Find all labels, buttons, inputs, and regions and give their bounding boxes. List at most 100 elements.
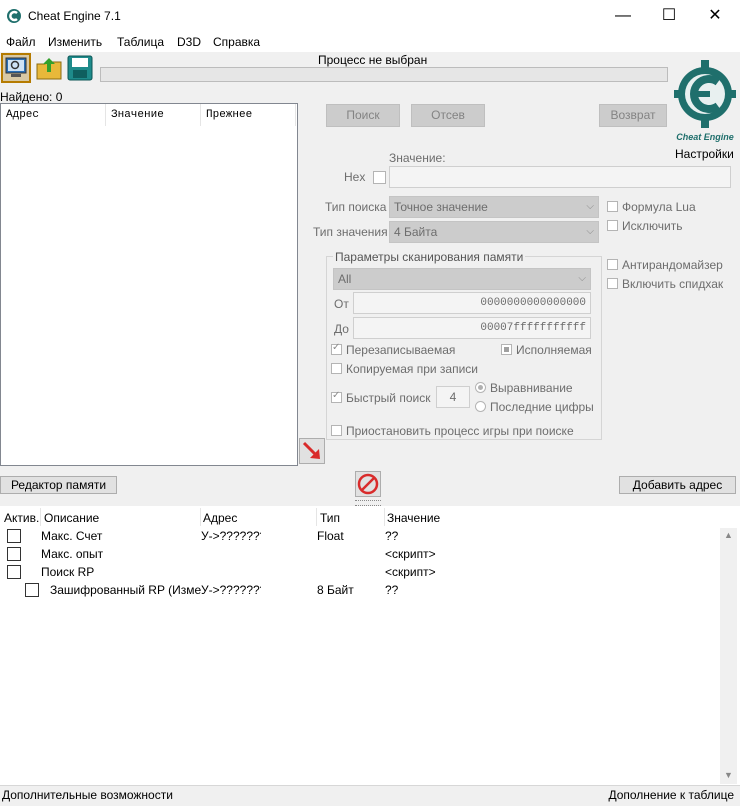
no-entry-icon [357,473,379,495]
lua-formula-label: Формула Lua [622,200,696,214]
logo-text: Cheat Engine [676,132,734,142]
row-active-checkbox[interactable] [7,547,21,561]
alignment-radio[interactable] [475,382,486,393]
from-address-input[interactable]: 0000000000000000 [353,292,591,314]
value-input[interactable] [389,166,731,188]
speedhack-label: Включить спидхак [622,277,724,291]
column-divider [316,508,317,526]
scan-progress-bar [100,67,668,82]
fast-scan-alignment-input[interactable]: 4 [436,386,470,408]
addr-col-type[interactable]: Тип [320,511,340,525]
row-address: У->???????? [201,529,261,543]
results-list[interactable]: Адрес Значение Прежнее [0,103,298,466]
addr-col-value[interactable]: Значение [387,511,440,525]
add-address-manually-button[interactable]: Добавить адрес [619,476,736,494]
value-type-label: Тип значения [313,225,388,239]
writable-label: Перезаписываемая [346,343,456,357]
settings-link[interactable]: Настройки [675,147,734,161]
status-bar: Дополнительные возможности Дополнение к … [0,785,740,806]
chevron-down-icon: ⌵ [578,273,586,284]
lua-formula-checkbox[interactable] [607,201,618,212]
row-active-checkbox[interactable] [7,529,21,543]
row-value: ?? [385,583,399,597]
chevron-down-icon: ⌵ [586,226,594,237]
next-scan-button[interactable]: Отсев [411,104,485,127]
table-extras-link[interactable]: Дополнение к таблице [608,788,734,802]
pause-game-checkbox[interactable] [331,425,342,436]
menu-edit[interactable]: Изменить [48,35,102,49]
value-type-value: 4 Байта [394,225,438,239]
value-type-select[interactable]: 4 Байта ⌵ [389,221,599,243]
executable-checkbox[interactable] [501,344,512,355]
menu-file[interactable]: Файл [6,35,36,49]
maximize-button[interactable]: ☐ [646,0,692,32]
results-col-address[interactable]: Адрес [1,104,106,126]
hex-checkbox[interactable] [373,171,386,184]
copy-on-write-checkbox[interactable] [331,363,342,374]
memory-editor-button[interactable]: Редактор памяти [0,476,117,494]
table-row[interactable]: Макс. опыт <скрипт> [0,546,718,564]
found-count: Найдено: 0 [0,90,63,104]
exclude-checkbox[interactable] [607,220,618,231]
menu-bar: Файл Изменить Таблица D3D Справка [0,32,740,52]
memory-region-value: All [338,272,352,286]
addr-col-description[interactable]: Описание [44,511,99,525]
undo-scan-button[interactable]: Возврат [599,104,667,127]
select-process-button[interactable] [1,53,31,83]
save-button[interactable] [66,54,96,84]
results-col-previous[interactable]: Прежнее [201,104,296,126]
addr-col-address[interactable]: Адрес [203,511,237,525]
address-table-scrollbar[interactable]: ▲ ▼ [720,528,737,784]
column-divider [40,508,41,526]
scroll-up-icon[interactable]: ▲ [724,530,733,540]
open-folder-icon [36,58,62,80]
menu-d3d[interactable]: D3D [177,35,201,49]
address-table[interactable]: Актив. Описание Адрес Тип Значение Макс.… [0,506,740,786]
computer-monitor-icon [5,57,27,77]
row-value: <скрипт> [385,547,436,561]
table-row[interactable]: Макс. Счет У->???????? Float ?? [0,528,718,546]
first-scan-button[interactable]: Поиск [326,104,400,127]
clear-list-button[interactable] [355,471,381,497]
last-digits-label: Последние цифры [490,400,594,414]
close-button[interactable]: ✕ [692,0,738,32]
memory-region-select[interactable]: All ⌵ [333,268,591,290]
value-label: Значение: [389,151,446,165]
last-digits-radio[interactable] [475,401,486,412]
writable-checkbox[interactable] [331,342,342,355]
copy-on-write-label: Копируемая при записи [346,362,478,376]
menu-help[interactable]: Справка [213,35,260,49]
from-label: От [334,297,349,311]
minimize-button[interactable]: — [600,0,646,32]
column-divider [200,508,201,526]
add-selected-to-list-button[interactable] [299,438,325,464]
results-col-value[interactable]: Значение [106,104,201,126]
advanced-options-link[interactable]: Дополнительные возможности [2,788,173,802]
row-value: <скрипт> [385,565,436,579]
column-divider [384,508,385,526]
cheat-engine-app-icon [7,9,21,23]
addr-col-active[interactable]: Актив. [4,511,39,525]
alignment-label: Выравнивание [490,381,573,395]
scan-type-label: Тип поиска [325,200,387,214]
fast-scan-label: Быстрый поиск [346,391,431,405]
exclude-label: Исключить [622,219,683,233]
row-active-checkbox[interactable] [7,565,21,579]
table-row[interactable]: Зашифрованный RP (Измен У->???????? 8 Ба… [0,582,718,600]
table-row[interactable]: Поиск RP <скрипт> [0,564,718,582]
menu-table[interactable]: Таблица [117,35,164,49]
row-type: Float [317,529,344,543]
row-type: 8 Байт [317,583,354,597]
pause-game-label: Приостановить процесс игры при поиске [346,424,574,438]
save-disk-icon [67,55,93,81]
row-active-checkbox[interactable] [25,583,39,597]
speedhack-checkbox[interactable] [607,278,618,289]
to-address-input[interactable]: 00007fffffffffff [353,317,591,339]
scan-type-select[interactable]: Точное значение ⌵ [389,196,599,218]
fast-scan-checkbox[interactable] [331,390,342,403]
scroll-down-icon[interactable]: ▼ [724,770,733,780]
open-file-button[interactable] [35,54,65,84]
cheat-engine-logo-icon[interactable]: Cheat Engine [672,52,738,144]
hex-label: Hex [344,170,366,184]
antirandomizer-checkbox[interactable] [607,259,618,270]
